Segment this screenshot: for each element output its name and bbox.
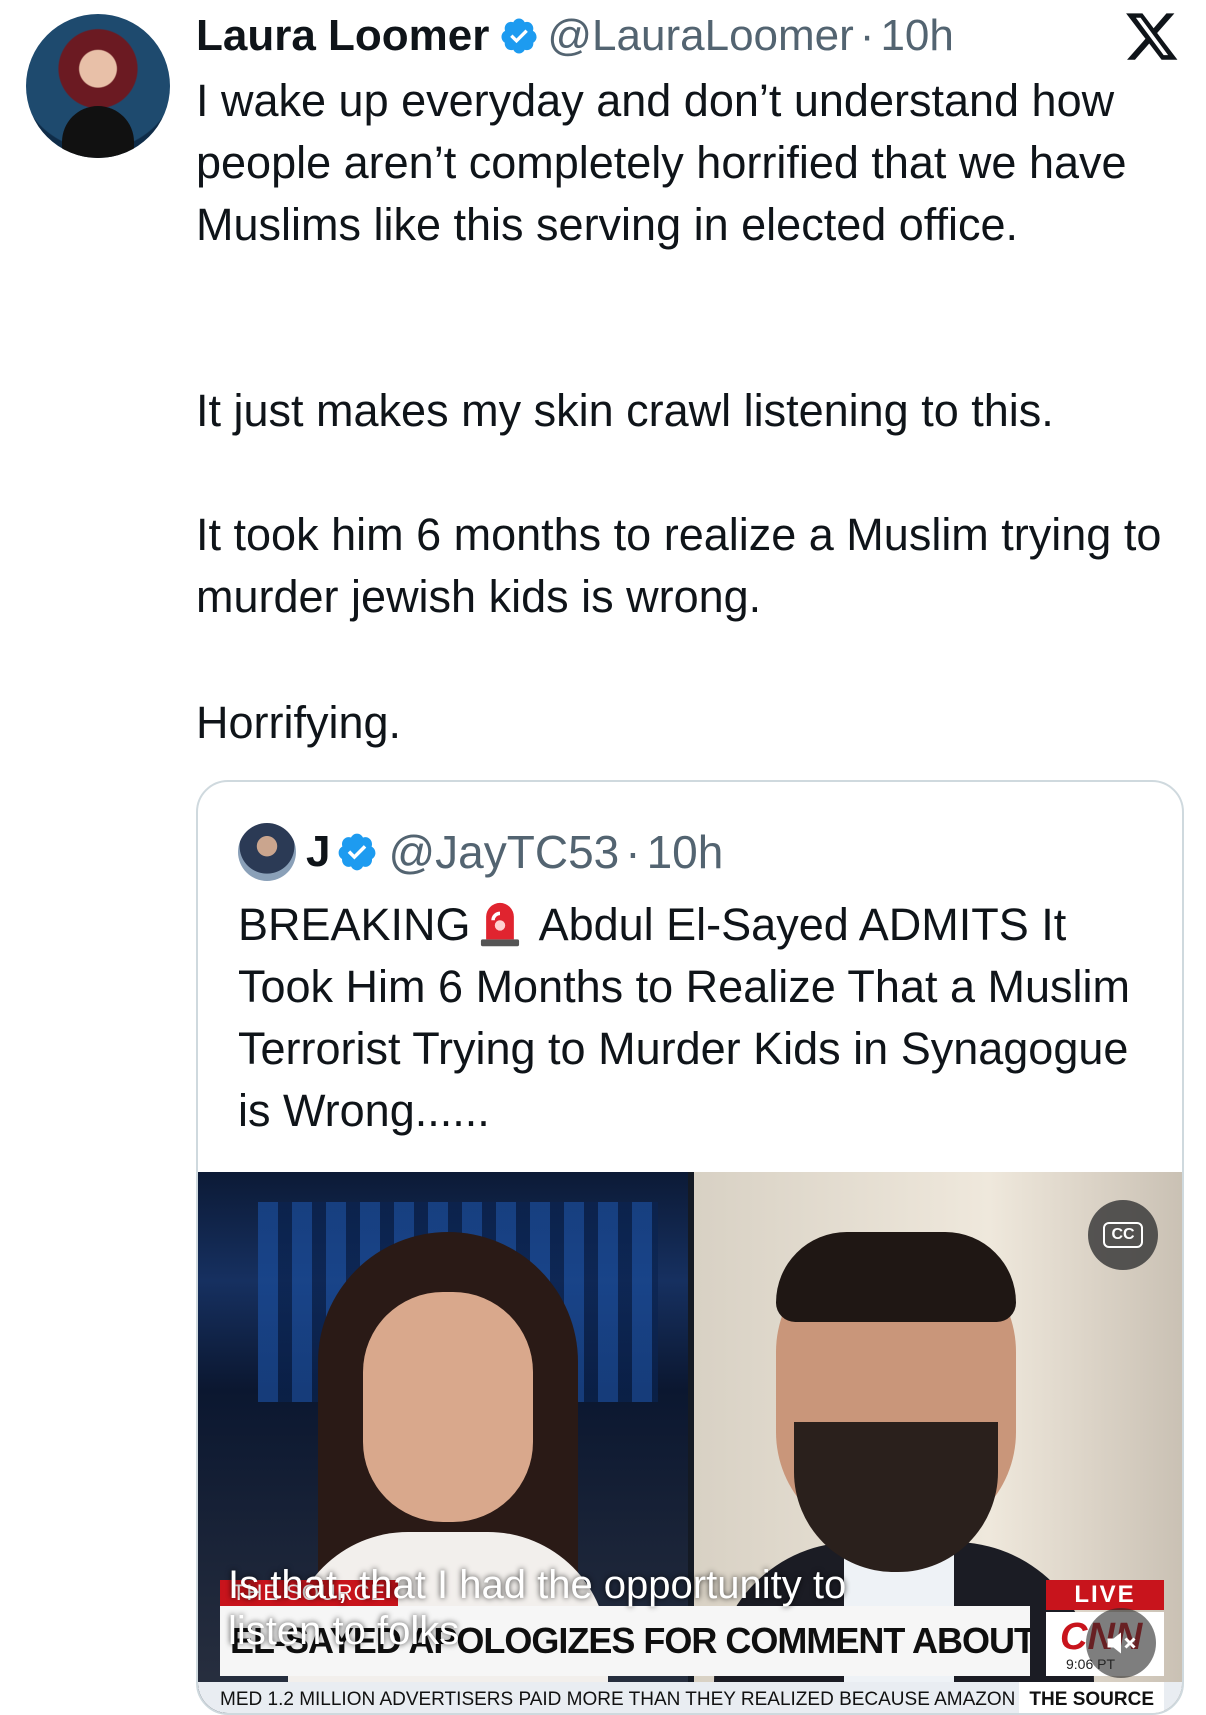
quoted-tweet-time[interactable]: 10h [647,825,724,879]
author-avatar[interactable] [26,14,170,158]
tweet-header: Laura Loomer @LauraLoomer · 10h [196,6,954,66]
quoted-text-breaking: BREAKING [238,899,471,950]
video-caption: Is that, that I had the opportunity to l… [228,1563,847,1653]
video-player[interactable]: CC THE SOURCE EL-SAYED APOLOGIZES FOR CO… [198,1172,1182,1713]
quoted-verified-badge-icon [339,833,376,871]
quoted-tweet-header: J @JayTC53 · 10h [238,822,723,882]
siren-icon [480,902,519,947]
x-logo-icon [1126,13,1178,60]
quoted-tweet-card[interactable]: J @JayTC53 · 10h BREAKING Abdul El-Sayed … [196,780,1184,1715]
news-ticker: MED 1.2 MILLION ADVERTISERS PAID MORE TH… [198,1682,1182,1713]
tweet-paragraph-4: Horrifying. [196,697,402,748]
quoted-separator-dot: · [625,826,641,878]
quoted-author-avatar[interactable] [238,823,296,881]
separator-dot: · [859,11,875,60]
ticker-source: THE SOURCE [1019,1682,1164,1713]
mute-button[interactable] [1086,1608,1156,1678]
verified-badge-icon [501,18,537,54]
tweet-paragraph-2: It just makes my skin crawl listening to… [196,385,1054,436]
tweet-time[interactable]: 10h [880,11,953,61]
author-handle[interactable]: @LauraLoomer [547,11,853,61]
quoted-author-name[interactable]: J [306,827,330,877]
quoted-tweet-text: BREAKING Abdul El-Sayed ADMITS It Took Hi… [238,894,1148,1142]
tweet-paragraph-1: I wake up everyday and don’t understand … [196,75,1127,250]
live-badge: LIVE [1046,1580,1164,1610]
speaker-muted-icon [1107,1632,1136,1654]
closed-captions-button[interactable]: CC [1088,1200,1158,1270]
author-name[interactable]: Laura Loomer [196,11,489,61]
ticker-text: MED 1.2 MILLION ADVERTISERS PAID MORE TH… [220,1689,1016,1710]
quoted-author-handle[interactable]: @JayTC53 [388,825,619,879]
tweet-paragraph-3: It took him 6 months to realize a Muslim… [196,509,1162,622]
cc-label: CC [1103,1222,1143,1248]
